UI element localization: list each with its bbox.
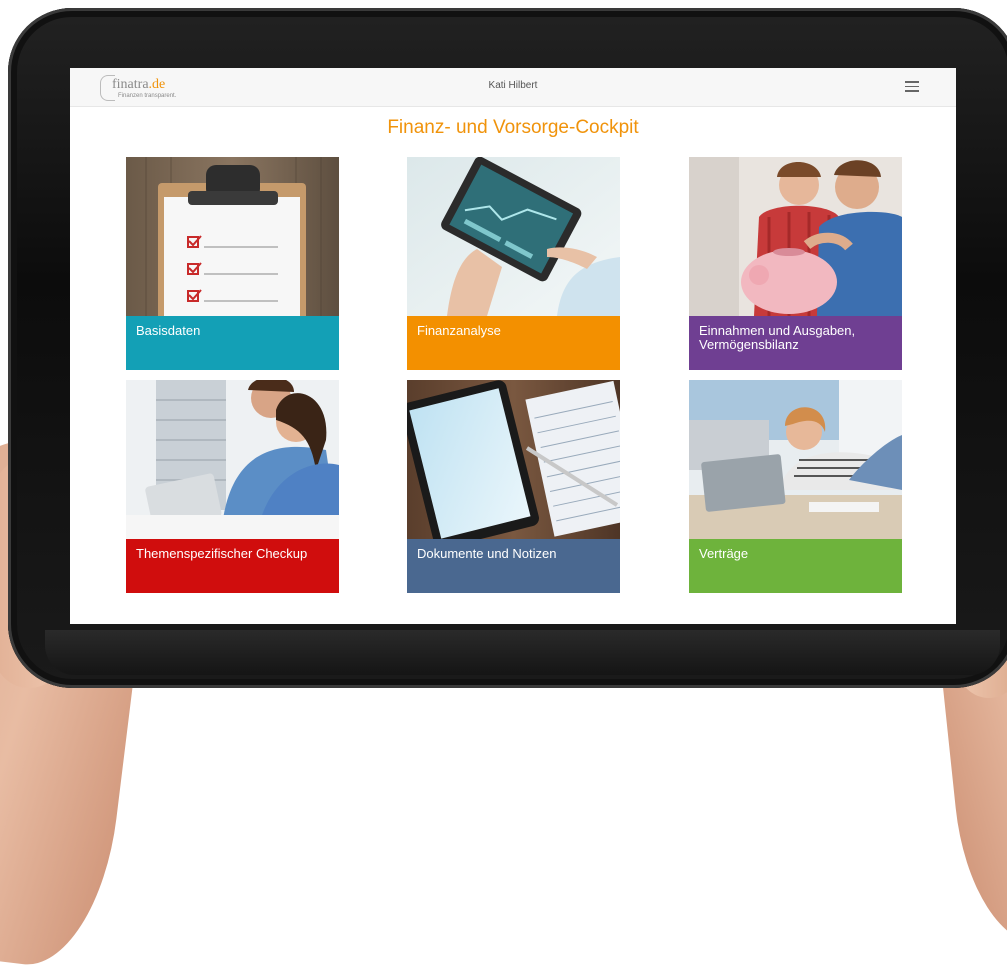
tile-themenspezifischer-checkup[interactable]: Themenspezifischer Checkup [126,380,339,593]
tile-label: Einnahmen und Ausgaben, Vermögensbilanz [699,323,856,352]
tile-basisdaten[interactable]: Basisdaten [126,157,339,370]
tablet-bezel-bottom [45,630,1000,675]
tile-dokumente-notizen[interactable]: Dokumente und Notizen [407,380,620,593]
tile-label: Dokumente und Notizen [417,546,557,561]
woman-laptop-image [689,380,902,539]
tablet-chart-image [407,157,620,316]
couple-piggy-bank-image [689,157,902,316]
logo-tagline: Finanzen transparent. [118,93,177,99]
tablet-notebook-image [407,380,620,539]
tile-label: Basisdaten [136,323,201,338]
header-bar: finatra.de Finanzen transparent. Kati Hi… [70,68,956,107]
tile-vertraege[interactable]: Verträge [689,380,902,593]
tile-label: Verträge [699,546,749,561]
clipboard-checklist-image [126,157,339,316]
user-name[interactable]: Kati Hilbert [70,80,956,91]
tile-label: Themenspezifischer Checkup [136,546,308,561]
page-title: Finanz- und Vorsorge-Cockpit [387,117,639,138]
tile-einnahmen-ausgaben[interactable]: Einnahmen und Ausgaben, Vermögensbilanz [689,157,902,370]
tile-label: Finanzanalyse [417,323,501,338]
tile-finanzanalyse[interactable]: Finanzanalyse [407,157,620,370]
hamburger-menu-icon[interactable] [905,81,919,92]
couple-tablet-image [126,380,339,539]
tablet-screen: finatra.de Finanzen transparent. Kati Hi… [70,68,956,624]
